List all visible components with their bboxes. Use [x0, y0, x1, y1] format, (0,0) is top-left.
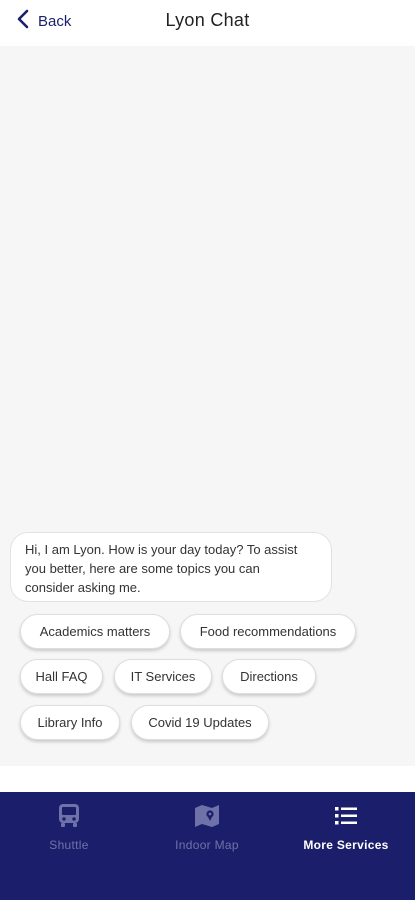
- tab-more-services[interactable]: More Services: [277, 802, 415, 862]
- tab-shuttle[interactable]: Shuttle: [0, 802, 138, 862]
- bot-message-line: you better, here are some topics you can: [25, 561, 260, 576]
- bot-message-line: Hi, I am Lyon. How is your day today? To…: [25, 542, 298, 557]
- suggestion-chip-it-services[interactable]: IT Services: [114, 659, 212, 694]
- suggestion-chip-directions[interactable]: Directions: [222, 659, 316, 694]
- message-input-area[interactable]: [0, 766, 415, 792]
- bottom-tab-bar: Shuttle Indoor Map More Services: [0, 792, 415, 900]
- tab-more-services-label: More Services: [303, 838, 389, 852]
- chat-area[interactable]: Hi, I am Lyon. How is your day today? To…: [0, 46, 415, 766]
- suggestion-chip-food[interactable]: Food recommendations: [180, 614, 356, 649]
- list-icon: [332, 802, 360, 830]
- map-icon: [193, 802, 221, 830]
- tab-shuttle-label: Shuttle: [49, 838, 89, 852]
- bot-message-bubble: Hi, I am Lyon. How is your day today? To…: [10, 532, 332, 602]
- suggestion-chip-academics[interactable]: Academics matters: [20, 614, 170, 649]
- bus-icon: [55, 802, 83, 830]
- suggestion-chip-library[interactable]: Library Info: [20, 705, 120, 740]
- tab-indoor-map[interactable]: Indoor Map: [138, 802, 276, 862]
- page-title: Lyon Chat: [165, 10, 250, 30]
- bot-message-line: consider asking me.: [25, 580, 141, 595]
- suggestion-chip-hall-faq[interactable]: Hall FAQ: [20, 659, 103, 694]
- suggestion-chip-covid[interactable]: Covid 19 Updates: [131, 705, 269, 740]
- tab-indoor-map-label: Indoor Map: [175, 838, 239, 852]
- header-bar: Back Lyon Chat: [0, 0, 415, 44]
